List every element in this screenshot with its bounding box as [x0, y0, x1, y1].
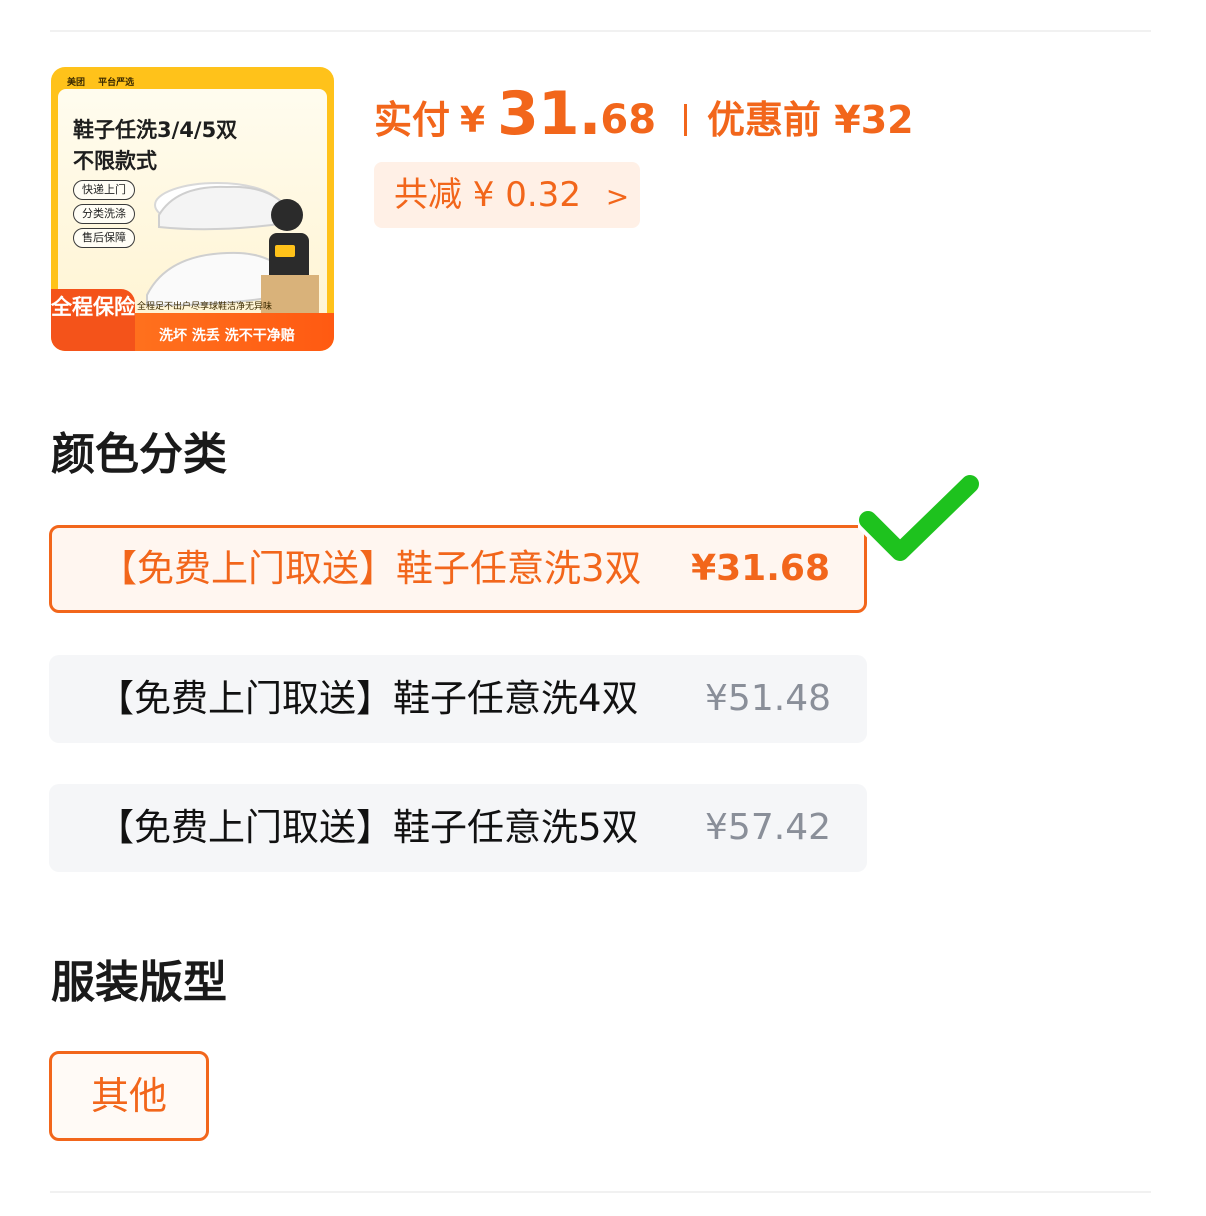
- thumb-brand-row: 美团 平台严选: [67, 75, 144, 88]
- option-label: 【免费上门取送】鞋子任意洗4双: [97, 677, 639, 720]
- sku-option-4-pairs[interactable]: 【免费上门取送】鞋子任意洗4双 ¥51.48: [49, 655, 867, 743]
- option-price: ¥51.48: [705, 678, 831, 719]
- thumb-small-text: 全程足不出户尽享球鞋洁净无异味: [137, 302, 273, 312]
- thumb-tag: 快递上门: [73, 180, 135, 200]
- option-label: 【免费上门取送】鞋子任意洗5双: [97, 806, 639, 849]
- pay-price-integer: 31.: [497, 79, 601, 149]
- pay-label: 实付: [374, 98, 451, 142]
- option-price: ¥31.68: [691, 548, 830, 589]
- fit-option-other[interactable]: 其他: [49, 1051, 209, 1141]
- original-price: 优惠前 ¥32: [707, 98, 914, 142]
- option-price: ¥57.42: [705, 807, 831, 848]
- option-label: 【免费上门取送】鞋子任意洗3双: [100, 547, 642, 590]
- thumb-tag: 分类洗涤: [73, 204, 135, 224]
- bottom-divider: [50, 1191, 1151, 1193]
- top-divider: [50, 30, 1151, 32]
- thumb-brand: 美团: [67, 78, 86, 88]
- price-divider: [684, 104, 688, 136]
- checkmark-icon: [858, 471, 980, 565]
- sku-option-3-pairs[interactable]: 【免费上门取送】鞋子任意洗3双 ¥31.68: [49, 525, 867, 613]
- chevron-right-icon: >: [605, 180, 630, 213]
- product-thumbnail[interactable]: 美团 平台严选 鞋子任洗3/4/5双 不限款式 快递上门 分类洗涤 售后保障 全…: [51, 67, 334, 351]
- discount-label: 共减 ¥ 0.32: [394, 175, 581, 215]
- pay-price-decimal: 68: [600, 97, 657, 143]
- section-title-color: 颜色分类: [51, 429, 227, 480]
- price-row: 实付 ¥ 31. 68 优惠前 ¥32: [374, 78, 914, 148]
- sku-option-5-pairs[interactable]: 【免费上门取送】鞋子任意洗5双 ¥57.42: [49, 784, 867, 872]
- insurance-badge: 全程保险: [51, 289, 135, 351]
- section-title-fit: 服装版型: [51, 957, 227, 1008]
- discount-detail-button[interactable]: 共减 ¥ 0.32 >: [374, 162, 640, 228]
- thumb-brand-tag: 平台严选: [98, 78, 135, 88]
- currency-symbol: ¥: [460, 100, 486, 141]
- thumb-title: 鞋子任洗3/4/5双 不限款式: [73, 118, 238, 173]
- thumb-tag: 售后保障: [73, 228, 135, 248]
- thumb-banner-text: 洗坏 洗丢 洗不干净赔: [159, 328, 295, 344]
- sku-selector-panel: 美团 平台严选 鞋子任洗3/4/5双 不限款式 快递上门 分类洗涤 售后保障 全…: [0, 0, 1206, 1216]
